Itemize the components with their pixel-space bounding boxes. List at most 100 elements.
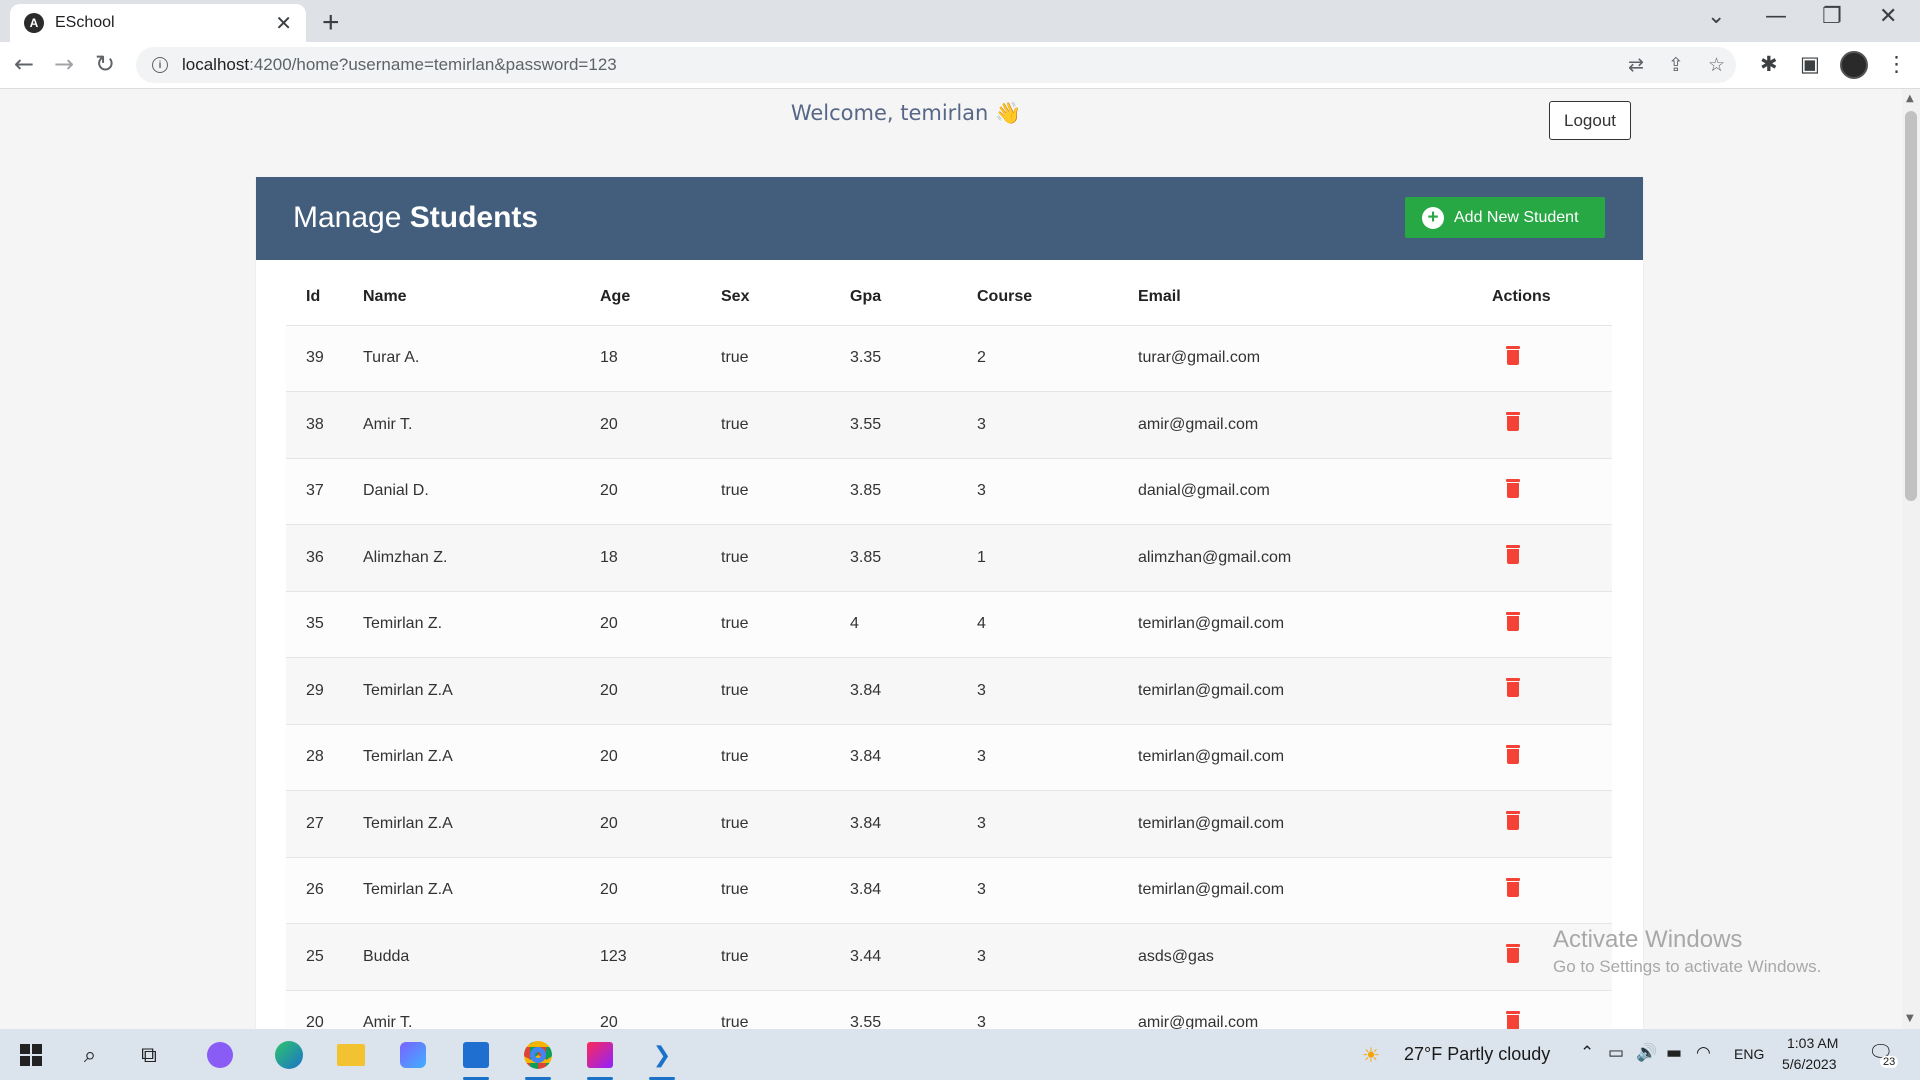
url-text[interactable]: localhost:4200/home?username=temirlan&pa… [182,55,617,75]
table-row: 35 Temirlan Z. 20 true 4 4 temirlan@gmai… [286,591,1612,658]
cell-name: Budda [363,923,600,991]
cell-actions [1492,657,1612,725]
scroll-up-arrow-icon[interactable]: ▲ [1906,93,1914,104]
cell-actions [1492,790,1612,858]
delete-trash-icon[interactable] [1506,1010,1520,1029]
search-icon[interactable]: ⌕ [73,1038,107,1072]
wifi-icon[interactable]: ◠ [1696,1043,1711,1063]
delete-trash-icon[interactable] [1506,345,1520,366]
delete-trash-icon[interactable] [1506,944,1520,964]
add-button-label: Add New Student [1454,208,1579,226]
minimize-icon[interactable]: — [1765,4,1787,29]
cell-age: 20 [600,990,721,1029]
browser-tab[interactable]: A ESchool ✕ [10,4,306,42]
extensions-icon[interactable]: ✱ [1760,52,1778,76]
cell-sex: true [721,724,850,791]
card-header: Manage Students + Add New Student [256,177,1643,260]
start-windows-icon[interactable] [14,1038,48,1072]
cell-gpa: 3.55 [850,391,977,459]
file-explorer-icon[interactable] [334,1038,368,1072]
tab-search-icon[interactable]: ⌄ [1707,4,1725,29]
cell-course: 2 [977,325,1138,392]
cell-email: asds@gas [1138,923,1492,991]
watermark-subtitle: Go to Settings to activate Windows. [1553,957,1822,976]
cell-gpa: 3.85 [850,458,977,525]
plus-circle-icon: + [1422,206,1444,229]
students-card: Manage Students + Add New Student Id Nam… [256,177,1643,1029]
cell-sex: true [721,790,850,858]
restore-icon[interactable]: ❐ [1822,4,1842,29]
calendar-app-icon[interactable] [459,1038,493,1080]
cell-actions [1492,391,1612,459]
table-row: 37 Danial D. 20 true 3.85 3 danial@gmail… [286,458,1612,525]
cell-gpa: 3.84 [850,657,977,725]
cell-actions [1492,591,1612,658]
cell-age: 123 [600,923,721,991]
meet-now-icon[interactable]: ▭ [1608,1043,1624,1063]
address-bar[interactable]: i localhost:4200/home?username=temirlan&… [136,47,1736,83]
new-tab-button[interactable]: + [322,6,340,40]
table-row: 38 Amir T. 20 true 3.55 3 amir@gmail.com [286,391,1612,459]
cell-actions [1492,990,1612,1029]
delete-trash-icon[interactable] [1506,877,1520,898]
column-header-name: Name [363,269,600,326]
delete-trash-icon[interactable] [1506,545,1520,565]
translate-icon[interactable]: ⇄ [1628,54,1644,76]
logout-button[interactable]: Logout [1549,101,1631,140]
task-view-icon[interactable]: ⧉ [132,1038,166,1072]
column-header-id: Id [286,269,363,326]
intellij-idea-icon[interactable] [583,1038,617,1080]
cell-id: 38 [286,391,363,459]
cell-gpa: 3.44 [850,923,977,991]
chrome-browser-icon[interactable] [521,1038,555,1080]
vscode-icon[interactable]: ❯ [645,1038,679,1080]
column-header-email: Email [1138,269,1492,326]
delete-trash-icon[interactable] [1506,744,1520,765]
browser-tab-strip: A ESchool ✕ + ⌄ — ❐ ✕ [0,0,1920,42]
scrollbar-thumb[interactable] [1905,111,1917,501]
more-menu-icon[interactable]: ⋮ [1886,52,1907,76]
clock-time[interactable]: 1:03 AM [1787,1035,1838,1051]
share-icon[interactable]: ⇪ [1668,54,1684,76]
table-row: 26 Temirlan Z.A 20 true 3.84 3 temirlan@… [286,857,1612,924]
cell-id: 25 [286,923,363,991]
cell-name: Temirlan Z.A [363,790,600,858]
cell-gpa: 3.55 [850,990,977,1029]
cell-actions [1492,325,1612,392]
cell-name: Temirlan Z. [363,591,600,658]
weather-text[interactable]: 27°F Partly cloudy [1404,1044,1550,1065]
delete-trash-icon[interactable] [1506,412,1520,432]
copilot-app-icon[interactable] [396,1038,430,1072]
delete-trash-icon[interactable] [1506,678,1520,698]
cell-sex: true [721,990,850,1029]
battery-icon[interactable]: ▬ [1666,1043,1682,1063]
scroll-down-arrow-icon[interactable]: ▼ [1906,1013,1914,1024]
cell-sex: true [721,524,850,592]
volume-icon[interactable]: 🔊 [1636,1043,1657,1063]
tray-overflow-chevron-icon[interactable]: ⌃ [1580,1043,1594,1063]
close-window-icon[interactable]: ✕ [1879,4,1897,29]
delete-trash-icon[interactable] [1506,611,1520,632]
cortana-icon[interactable] [203,1038,237,1072]
delete-trash-icon[interactable] [1506,478,1520,499]
cell-gpa: 3.84 [850,724,977,791]
page-scrollbar[interactable]: ▲ ▼ [1902,89,1920,1029]
tab-close-icon[interactable]: ✕ [275,11,292,36]
bookmark-star-icon[interactable]: ☆ [1708,54,1725,76]
add-new-student-button[interactable]: + Add New Student [1405,197,1605,238]
profile-avatar[interactable] [1840,51,1868,79]
cell-sex: true [721,458,850,525]
delete-trash-icon[interactable] [1506,811,1520,831]
cell-id: 37 [286,458,363,525]
back-icon[interactable]: ← [14,50,34,78]
site-info-icon[interactable]: i [152,57,168,73]
clock-date[interactable]: 5/6/2023 [1782,1056,1837,1072]
reload-icon[interactable]: ↻ [95,50,115,78]
edge-browser-icon[interactable] [272,1038,306,1072]
forward-icon[interactable]: → [54,50,74,78]
weather-partly-cloudy-icon[interactable]: ☀ [1362,1043,1380,1067]
cell-name: Danial D. [363,458,600,525]
table-row: 39 Turar A. 18 true 3.35 2 turar@gmail.c… [286,325,1612,392]
language-indicator[interactable]: ENG [1734,1046,1764,1062]
side-panel-icon[interactable]: ▣ [1800,52,1820,76]
